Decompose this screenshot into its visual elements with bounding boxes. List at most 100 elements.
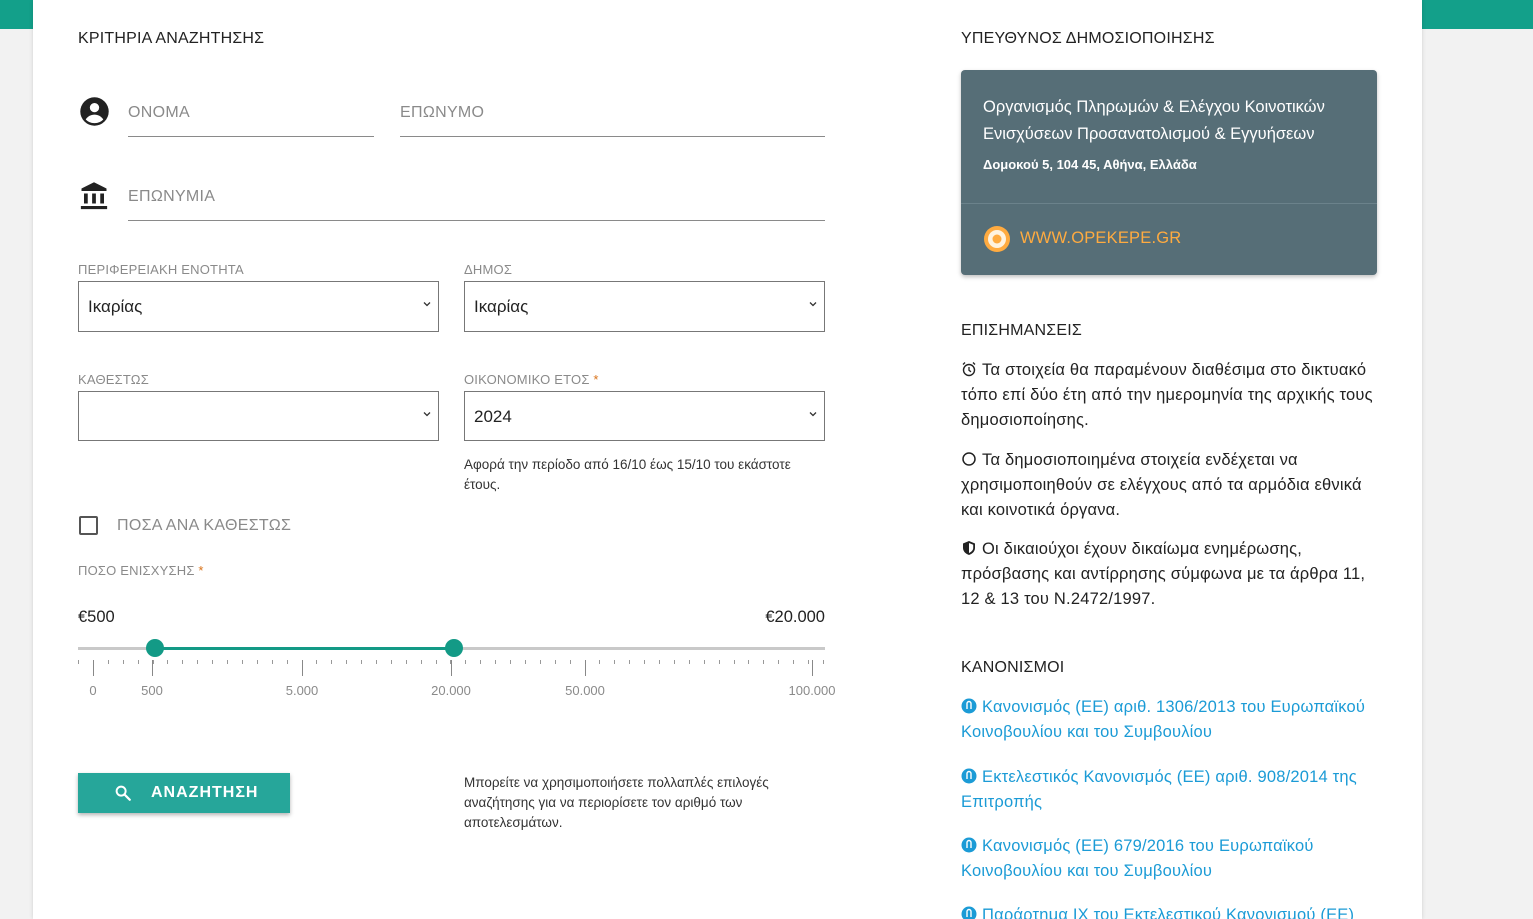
region-label: ΠΕΡΙΦΕΡΕΙΑΚΗ ΕΝΟΤΗΤΑ [78,262,244,277]
region-value: Ικαρίας [88,297,143,316]
slider-major-tick [152,660,153,676]
slider-tick-label: 500 [141,683,163,698]
amount-max-value: €20.000 [765,608,825,626]
account-circle-icon [80,97,109,126]
status-label: ΚΑΘΕΣΤΩΣ [78,372,149,387]
amount-slider-range [155,647,454,650]
note-item: Τα δημοσιοποιημένα στοιχεία ενδέχεται να… [961,448,1381,523]
note-item: Οι δικαιούχοι έχουν δικαίωμα ενημέρωσης,… [961,537,1381,612]
first-name-field[interactable]: ΟΝΟΜΑ [128,97,374,137]
slider-minor-tick [78,660,79,664]
slider-minor-tick [212,660,213,664]
regulation-link[interactable]: Κανονισμός (ΕΕ) 679/2016 του Ευρωπαϊκού … [961,834,1386,884]
publisher-org: Οργανισμός Πληρωμών & Ελέγχου Κοινοτικών… [983,98,1325,143]
slider-minor-tick [763,660,764,664]
region-select[interactable]: Ικαρίας [78,281,439,332]
regulation-text: Κανονισμός (ΕΕ) αριθ. 1306/2013 του Ευρω… [961,698,1366,741]
slider-minor-tick [436,660,437,664]
publisher-address: Δομοκού 5, 104 45, Αθήνα, Ελλάδα [983,157,1197,172]
fiscal-year-select[interactable]: 2024 [464,391,825,441]
status-select[interactable] [78,391,439,441]
slider-minor-tick [659,660,660,664]
slider-minor-tick [540,660,541,664]
slider-minor-tick [823,660,824,664]
website-link[interactable]: WWW.OPEKEPE.GR [1020,229,1181,248]
slider-minor-tick [227,660,228,664]
note-text: Οι δικαιούχοι έχουν δικαίωμα ενημέρωσης,… [961,540,1366,608]
slider-minor-tick [361,660,362,664]
amount-label: ΠΟΣΟ ΕΝΙΣΧΥΣΗΣ * [78,563,204,578]
search-button[interactable]: ΑΝΑΖΗΤΗΣΗ [78,773,290,813]
slider-minor-tick [138,660,139,664]
regulation-text: Εκτελεστικός Κανονισμός (ΕΕ) αριθ. 908/2… [961,768,1357,811]
slider-minor-tick [495,660,496,664]
opekepe-logo-icon [984,226,1010,252]
shield-icon [963,541,975,555]
slider-minor-tick [704,660,705,664]
search-help: Μπορείτε να χρησιμοποιήσετε πολλαπλές επ… [464,775,769,830]
slider-minor-tick [614,660,615,664]
slider-minor-tick [674,660,675,664]
chevron-down-icon [423,302,431,307]
main-card: ΚΡΙΤΗΡΙΑ ΑΝΑΖΗΤΗΣΗΣ ΟΝΟΜΑ ΕΠΩΝΥΜΟ ΕΠΩΝΥΜ… [33,0,1422,919]
notes-title: ΕΠΙΣΗΜΑΝΣΕΙΣ [961,322,1082,339]
regulation-link[interactable]: Παράρτημα IX του Εκτελεστικού Κανονισμού… [961,903,1386,919]
last-name-placeholder: ΕΠΩΝΥΜΟ [400,104,485,121]
slider-minor-tick [480,660,481,664]
circle-dashed-icon [962,452,976,466]
alarm-clock-icon [962,362,976,377]
regulation-link[interactable]: Κανονισμός (ΕΕ) αριθ. 1306/2013 του Ευρω… [961,695,1386,745]
slider-minor-tick [257,660,258,664]
paperclip-icon [961,698,977,714]
slider-major-tick [585,660,586,676]
paperclip-icon [961,768,977,784]
first-name-placeholder: ΟΝΟΜΑ [128,104,190,121]
slider-minor-tick [465,660,466,664]
note-text: Τα δημοσιοποιημένα στοιχεία ενδέχεται να… [961,451,1362,519]
slider-minor-tick [734,660,735,664]
slider-minor-tick [197,660,198,664]
amount-slider-min-handle[interactable] [146,639,164,657]
publisher-card: Οργανισμός Πληρωμών & Ελέγχου Κοινοτικών… [961,70,1377,275]
slider-minor-tick [153,660,154,664]
slider-minor-tick [808,660,809,664]
slider-minor-tick [689,660,690,664]
slider-minor-tick [182,660,183,664]
search-criteria-title: ΚΡΙΤΗΡΙΑ ΑΝΑΖΗΤΗΣΗΣ [78,30,265,47]
company-name-placeholder: ΕΠΩΝΥΜΙΑ [128,188,216,205]
slider-tick-label: 20.000 [431,683,471,698]
slider-major-tick [302,660,303,676]
slider-minor-tick [793,660,794,664]
amount-label-text: ΠΟΣΟ ΕΝΙΣΧΥΣΗΣ [78,563,195,578]
slider-minor-tick [599,660,600,664]
required-asterisk: * [198,563,204,578]
fiscal-year-help: Αφορά την περίοδο από 16/10 έως 15/10 το… [464,457,791,492]
note-text: Τα στοιχεία θα παραμένουν διαθέσιμα στο … [961,361,1373,429]
fiscal-year-label: ΟΙΚΟΝΟΜΙΚΟ ΕΤΟΣ * [464,372,599,387]
search-button-label: ΑΝΑΖΗΤΗΣΗ [151,784,259,801]
company-name-field[interactable]: ΕΠΩΝΥΜΙΑ [128,181,825,221]
chevron-down-icon [809,302,817,307]
amount-min-value: €500 [78,608,115,626]
slider-minor-tick [391,660,392,664]
slider-minor-tick [123,660,124,664]
last-name-field[interactable]: ΕΠΩΝΥΜΟ [400,97,825,137]
slider-minor-tick [525,660,526,664]
slider-major-tick [812,660,813,676]
slider-minor-tick [644,660,645,664]
card-divider [961,203,1377,204]
amounts-by-status-checkbox[interactable] [79,516,98,535]
amount-slider-max-handle[interactable] [445,639,463,657]
fiscal-year-label-text: ΟΙΚΟΝΟΜΙΚΟ ΕΤΟΣ [464,372,590,387]
amounts-by-status-label[interactable]: ΠΟΣΑ ΑΝΑ ΚΑΘΕΣΤΩΣ [117,517,291,535]
slider-minor-tick [167,660,168,664]
slider-minor-tick [555,660,556,664]
municipality-value: Ικαρίας [474,297,529,316]
slider-tick-label: 100.000 [788,683,836,698]
note-item: Τα στοιχεία θα παραμένουν διαθέσιμα στο … [961,358,1381,433]
regulation-link[interactable]: Εκτελεστικός Κανονισμός (ΕΕ) αριθ. 908/2… [961,765,1386,815]
slider-minor-tick [778,660,779,664]
municipality-select[interactable]: Ικαρίας [464,281,825,332]
publisher-title: ΥΠΕΥΘΥΝΟΣ ΔΗΜΟΣΙΟΠΟΙΗΣΗΣ [961,30,1215,47]
slider-tick-label: 0 [89,683,97,698]
